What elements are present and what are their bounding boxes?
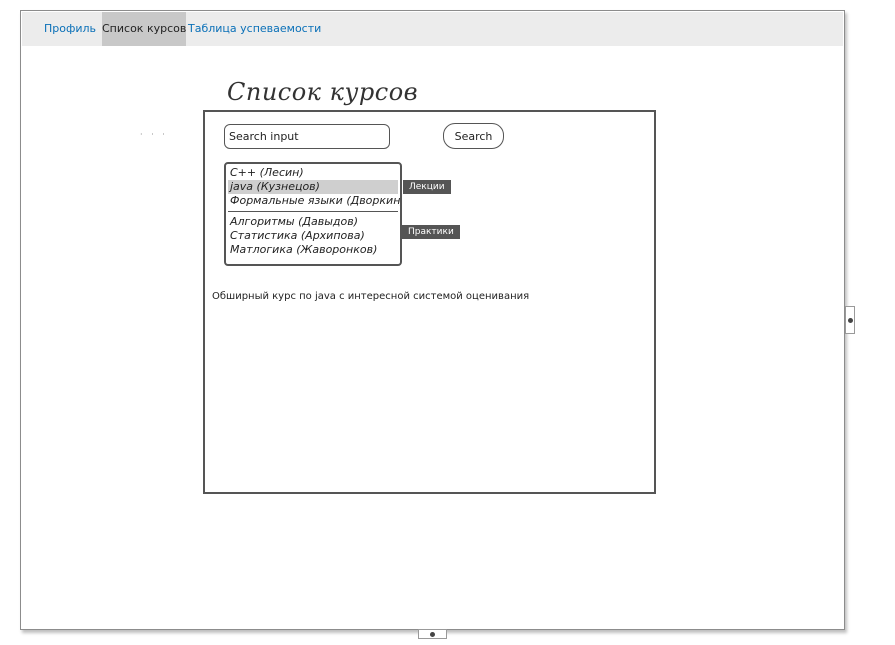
list-item-statistics[interactable]: Статистика (Архипова): [228, 229, 398, 243]
list-item-matlogic[interactable]: Матлогика (Жаворонков): [228, 243, 398, 257]
course-list[interactable]: C++ (Лесин) java (Кузнецов) Формальные я…: [224, 162, 402, 266]
course-description: Обширный курс по java с интересной систе…: [212, 291, 530, 302]
right-resize-handle[interactable]: [845, 306, 855, 334]
list-divider: [228, 211, 398, 212]
handle-dot-icon: [430, 632, 435, 637]
bottom-resize-handle[interactable]: [418, 629, 447, 639]
tab-grades-table[interactable]: Таблица успеваемости: [188, 12, 321, 46]
top-nav: Профиль Список курсов Таблица успеваемос…: [22, 12, 843, 46]
search-button[interactable]: Search: [443, 123, 504, 149]
list-item-formal-languages[interactable]: Формальные языки (Дворкин): [228, 194, 400, 208]
lectures-tag: Лекции: [403, 180, 451, 194]
tab-profile[interactable]: Профиль: [40, 12, 100, 46]
list-item-algorithms[interactable]: Алгоритмы (Давыдов): [228, 215, 398, 229]
handle-dot-icon: [848, 318, 853, 323]
practices-tag: Практики: [402, 225, 460, 239]
page-title: Список курсов: [227, 78, 419, 106]
list-item-cpp[interactable]: C++ (Лесин): [228, 166, 398, 180]
decorative-specks: · · ·: [140, 130, 168, 139]
search-input[interactable]: [224, 124, 390, 149]
tab-course-list[interactable]: Список курсов: [102, 12, 186, 46]
list-item-java[interactable]: java (Кузнецов): [228, 180, 398, 194]
